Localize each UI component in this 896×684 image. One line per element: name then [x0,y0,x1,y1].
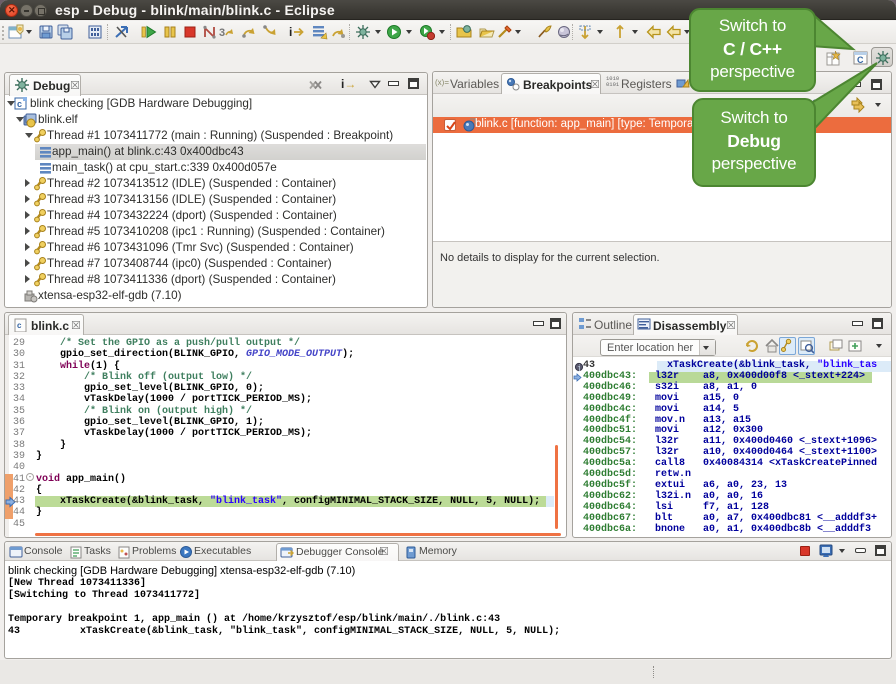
svg-text:C: C [857,55,864,65]
svg-text:c: c [17,321,22,330]
svg-text:3: 3 [219,27,225,39]
svg-text:c: c [17,99,22,109]
